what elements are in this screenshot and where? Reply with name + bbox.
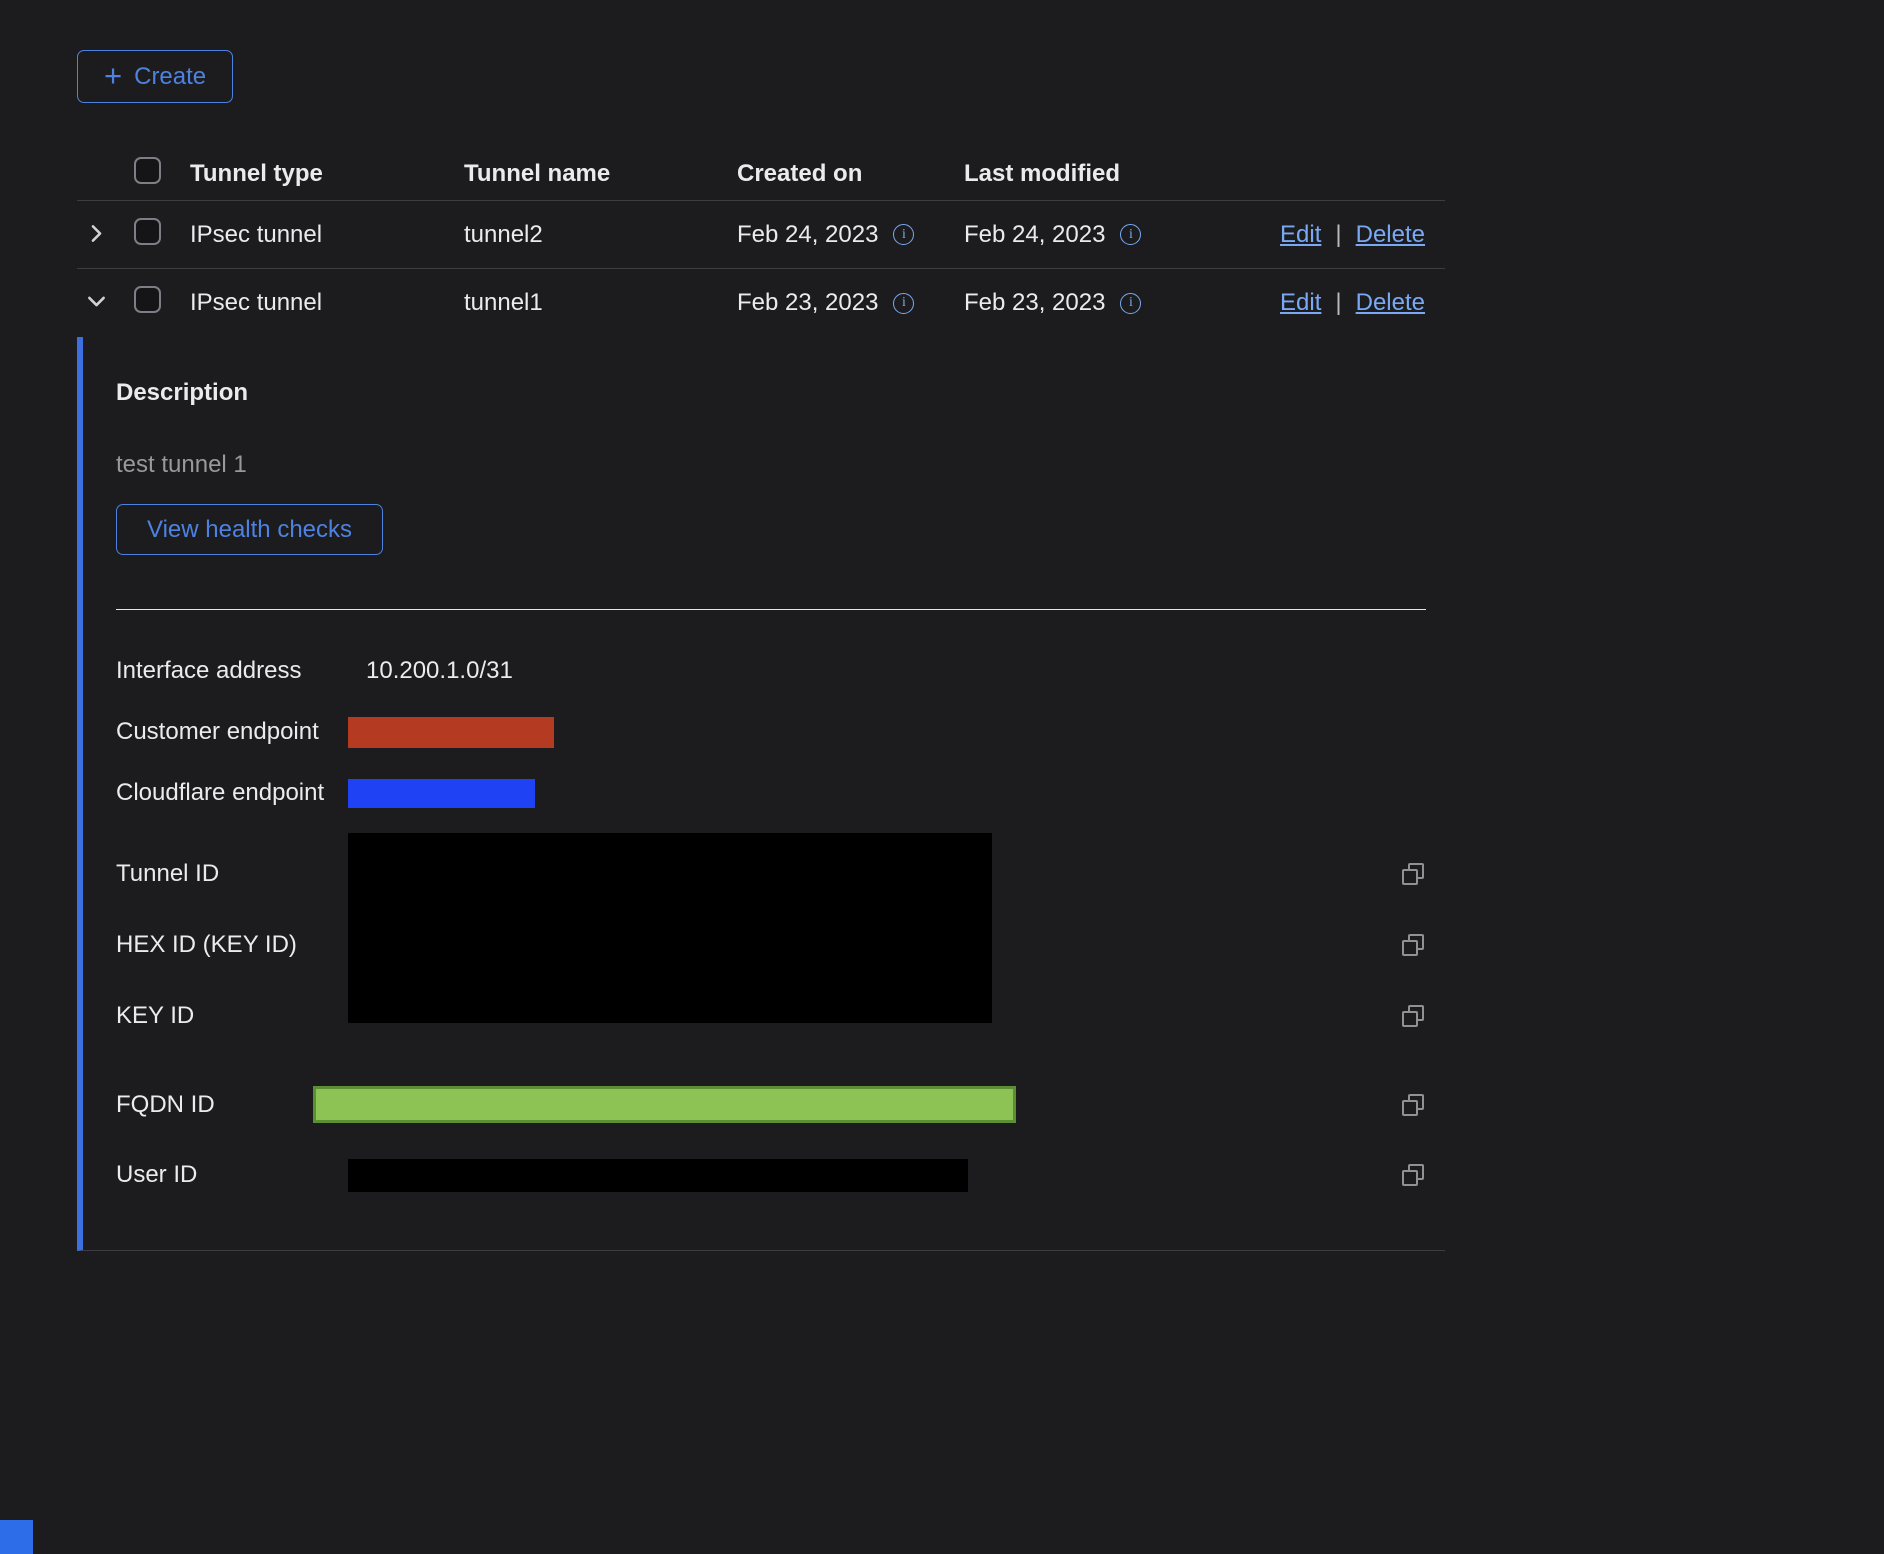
table-row: IPsec tunnel tunnel1 Feb 23, 2023 i Feb …	[77, 269, 1445, 337]
copy-icon[interactable]	[1402, 934, 1424, 956]
field-label: Interface address	[116, 657, 348, 685]
bottom-left-accent	[0, 1520, 33, 1554]
customer-endpoint-redacted	[348, 717, 554, 748]
info-icon[interactable]: i	[1120, 293, 1141, 314]
delete-link[interactable]: Delete	[1356, 221, 1425, 249]
tunnels-page: + Create Tunnel type Tunnel name Created…	[77, 50, 1445, 1251]
user-id-redacted	[348, 1159, 968, 1192]
copy-icon[interactable]	[1402, 863, 1424, 885]
delete-link[interactable]: Delete	[1356, 289, 1425, 317]
header-last-modified: Last modified	[964, 160, 1214, 188]
copy-icon[interactable]	[1402, 1005, 1424, 1027]
create-button[interactable]: + Create	[77, 50, 233, 103]
row-checkbox[interactable]	[134, 218, 161, 245]
tunnel-type-cell: IPsec tunnel	[190, 221, 464, 249]
created-on-value: Feb 23, 2023	[737, 289, 878, 317]
tunnels-table: Tunnel type Tunnel name Created on Last …	[77, 147, 1445, 1251]
description-value: test tunnel 1	[116, 451, 1445, 479]
tunnel-ids-group: Tunnel ID HEX ID (KEY ID) KEY ID	[116, 838, 1428, 1051]
copy-icon[interactable]	[1402, 1164, 1424, 1186]
tunnel-name-cell: tunnel1	[464, 289, 737, 317]
field-label: HEX ID (KEY ID)	[116, 931, 348, 959]
collapse-row-button[interactable]	[87, 292, 106, 314]
field-label: Cloudflare endpoint	[116, 779, 348, 807]
field-label: User ID	[116, 1161, 348, 1189]
header-checkbox-cell	[115, 157, 190, 191]
view-health-checks-button[interactable]: View health checks	[116, 504, 383, 555]
info-icon[interactable]: i	[1120, 224, 1141, 245]
fqdn-id-row: FQDN ID	[116, 1080, 1428, 1129]
interface-address-value: 10.200.1.0/31	[366, 657, 513, 685]
actions-separator: |	[1335, 221, 1341, 249]
info-icon[interactable]: i	[893, 224, 914, 245]
section-divider	[116, 609, 1426, 610]
last-modified-cell: Feb 24, 2023 i	[964, 221, 1214, 249]
row-actions: Edit | Delete	[1214, 221, 1445, 249]
last-modified-cell: Feb 23, 2023 i	[964, 289, 1214, 317]
header-tunnel-name: Tunnel name	[464, 160, 737, 188]
create-button-label: Create	[134, 63, 206, 91]
tunnel-detail-panel: Description test tunnel 1 View health ch…	[77, 337, 1445, 1251]
last-modified-value: Feb 23, 2023	[964, 289, 1105, 317]
interface-address-row: Interface address 10.200.1.0/31	[116, 655, 1428, 687]
created-on-cell: Feb 24, 2023 i	[737, 221, 964, 249]
table-header-row: Tunnel type Tunnel name Created on Last …	[77, 147, 1445, 201]
field-label: KEY ID	[116, 1002, 348, 1030]
chevron-down-icon	[87, 292, 106, 314]
edit-link[interactable]: Edit	[1280, 221, 1321, 249]
cloudflare-endpoint-row: Cloudflare endpoint	[116, 777, 1428, 809]
tunnel-name-cell: tunnel2	[464, 221, 737, 249]
row-actions: Edit | Delete	[1214, 289, 1445, 317]
cloudflare-endpoint-redacted	[348, 779, 535, 808]
tunnel-type-cell: IPsec tunnel	[190, 289, 464, 317]
table-row: IPsec tunnel tunnel2 Feb 24, 2023 i Feb …	[77, 201, 1445, 269]
info-icon[interactable]: i	[893, 293, 914, 314]
copy-icon[interactable]	[1402, 1094, 1424, 1116]
plus-icon: +	[104, 60, 122, 91]
header-created-on: Created on	[737, 160, 964, 188]
expand-row-button[interactable]	[87, 224, 106, 246]
created-on-cell: Feb 23, 2023 i	[737, 289, 964, 317]
description-label: Description	[116, 379, 1445, 407]
user-id-row: User ID	[116, 1158, 1428, 1192]
tunnel-fields: Interface address 10.200.1.0/31 Customer…	[116, 655, 1428, 1192]
header-tunnel-type: Tunnel type	[190, 160, 464, 188]
actions-separator: |	[1335, 289, 1341, 317]
last-modified-value: Feb 24, 2023	[964, 221, 1105, 249]
edit-link[interactable]: Edit	[1280, 289, 1321, 317]
row-checkbox[interactable]	[134, 286, 161, 313]
tunnel-ids-redacted-block	[348, 833, 992, 1023]
chevron-right-icon	[87, 224, 106, 246]
field-label: Tunnel ID	[116, 860, 348, 888]
field-label: Customer endpoint	[116, 718, 348, 746]
select-all-checkbox[interactable]	[134, 157, 161, 184]
fqdn-id-redacted	[313, 1086, 1016, 1123]
customer-endpoint-row: Customer endpoint	[116, 716, 1428, 748]
created-on-value: Feb 24, 2023	[737, 221, 878, 249]
